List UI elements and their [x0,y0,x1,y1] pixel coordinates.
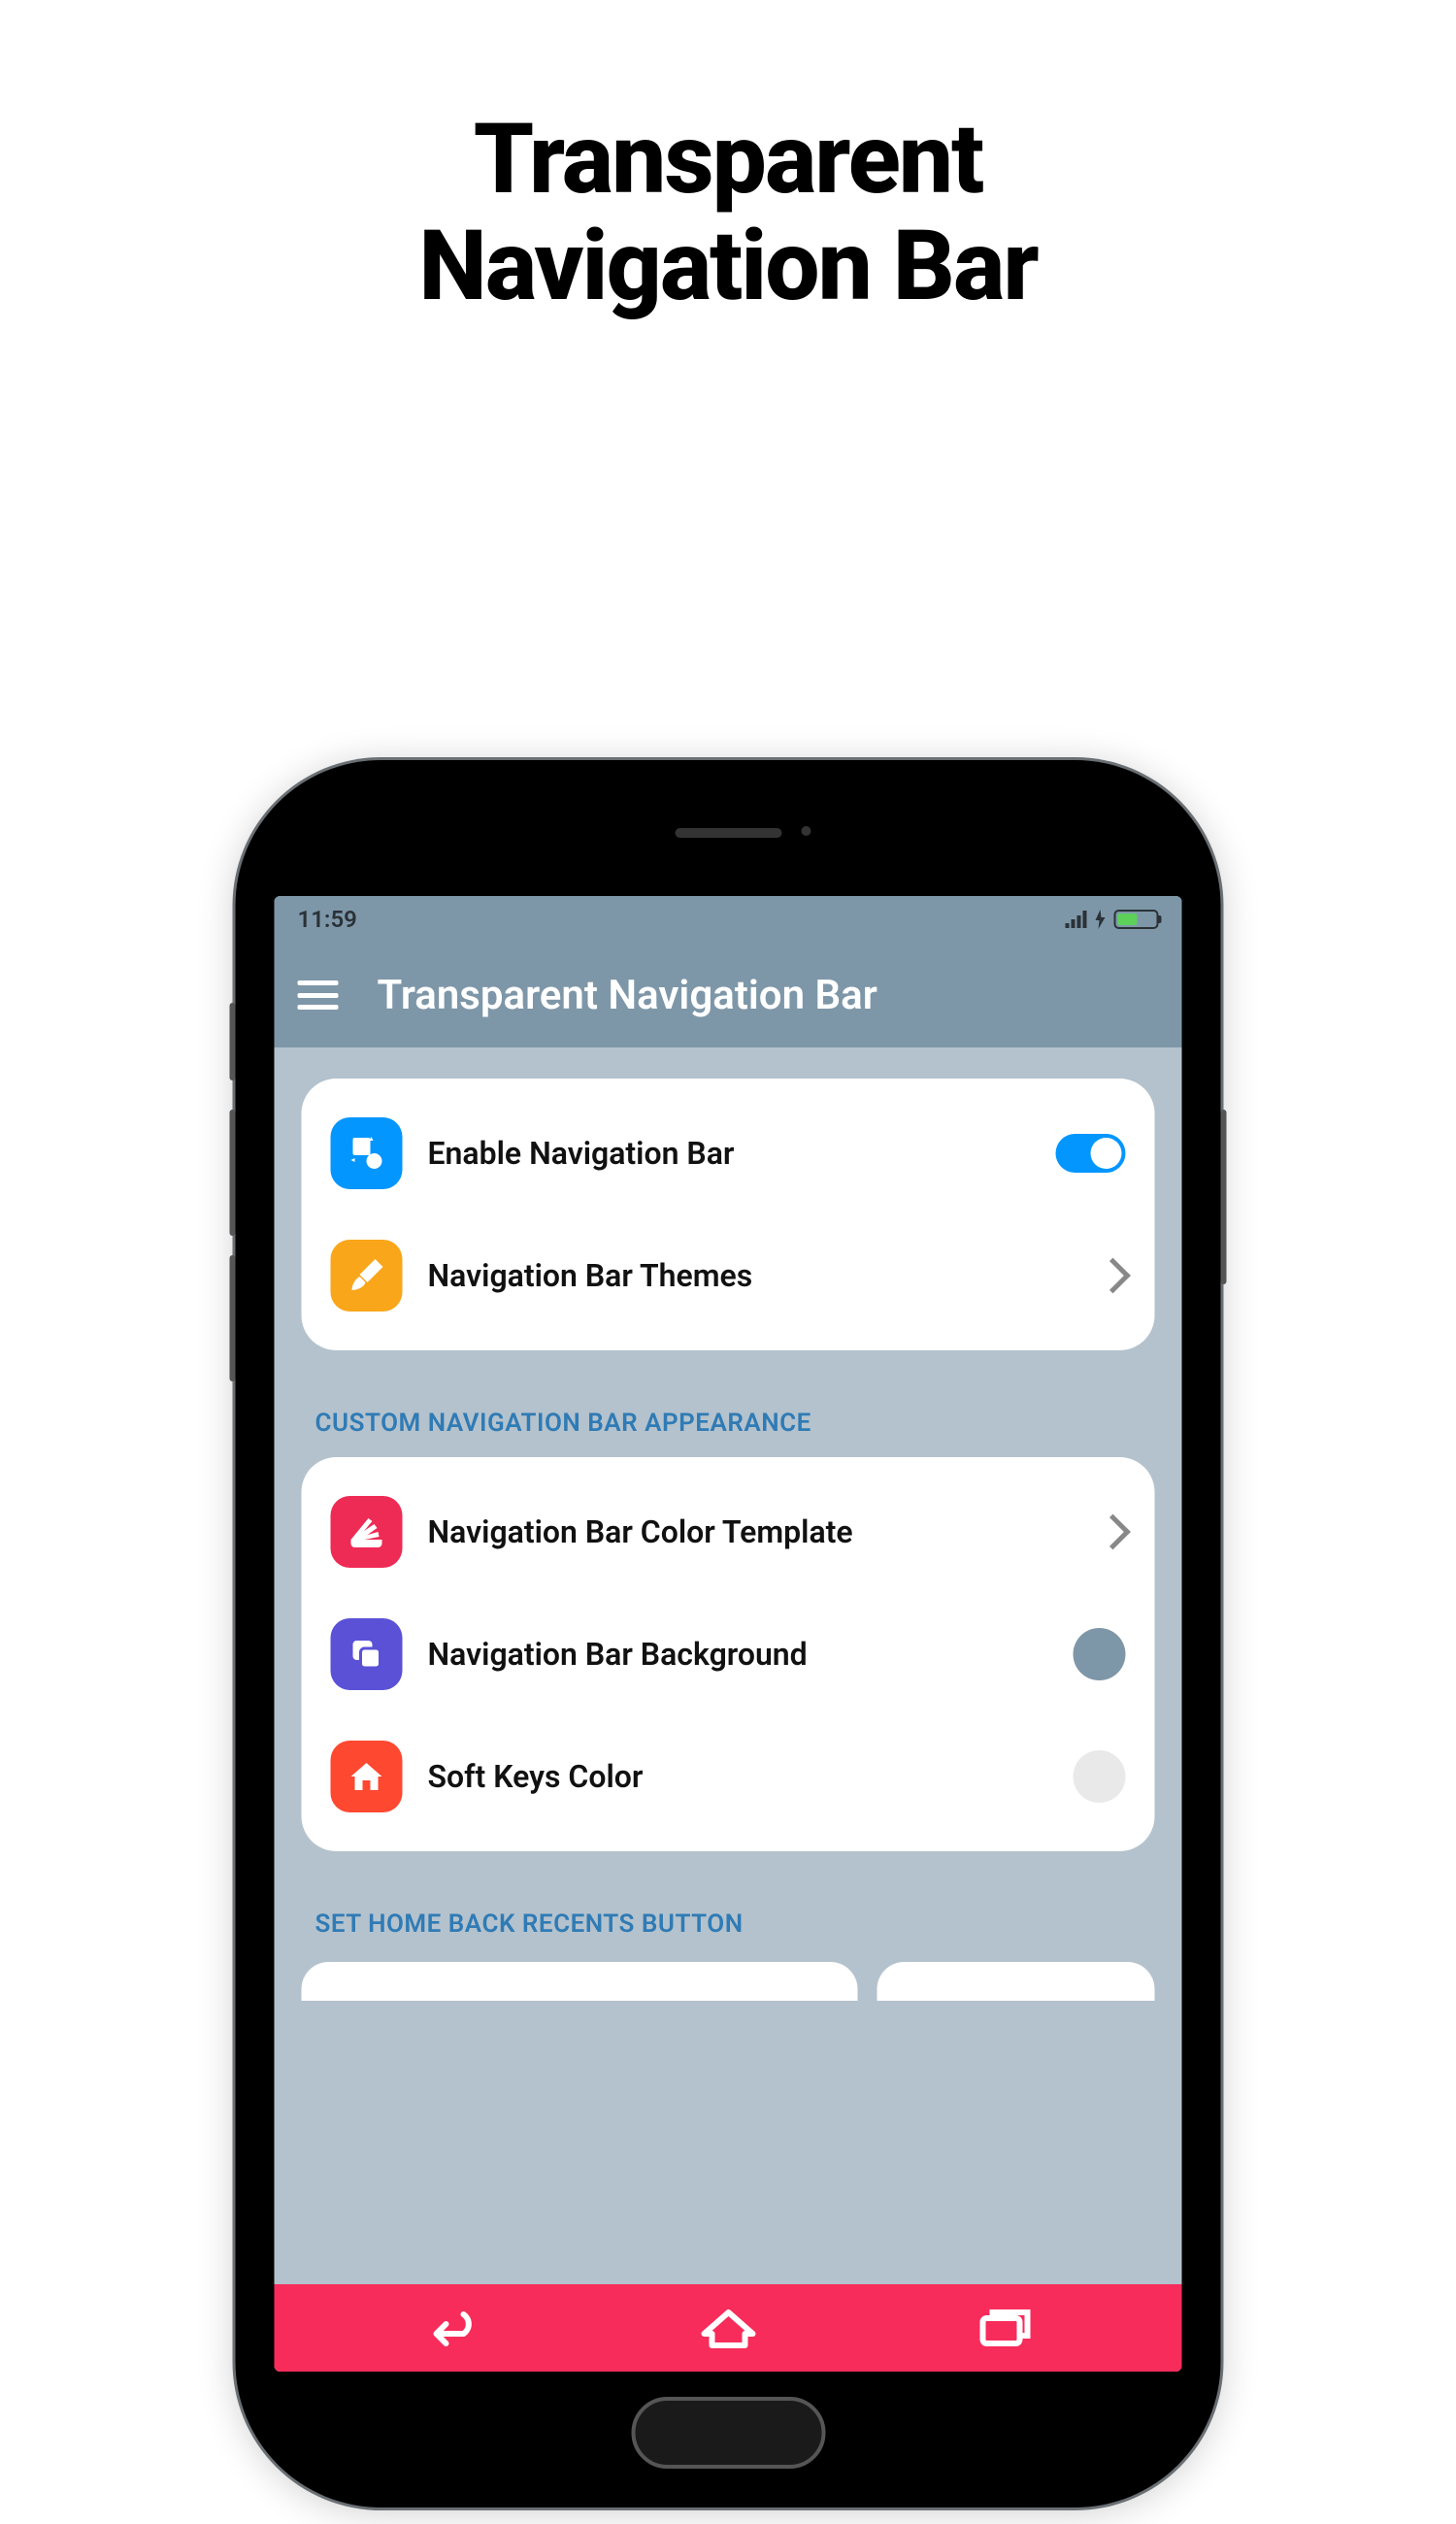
card-main: Enable Navigation Bar Navigation Bar The… [302,1079,1155,1350]
phone-sensor-dot [801,826,811,836]
phone-frame: 11:59 Transparent Navigation Bar Enable … [236,760,1221,2507]
signal-icon [1066,911,1087,928]
row-softkeys-color[interactable]: Soft Keys Color [321,1715,1136,1838]
card-appearance: Navigation Bar Color Template Navigation… [302,1457,1155,1851]
marketing-heading: Transparent Navigation Bar [0,0,1456,320]
card-partial[interactable] [877,1962,1154,2001]
charge-icon [1095,910,1107,929]
color-swatch-softkeys[interactable] [1074,1750,1126,1803]
brush-icon [331,1240,403,1312]
app-bar-title: Transparent Navigation Bar [378,972,877,1019]
section-header-buttons: SET HOME BACK RECENTS BUTTON [302,1873,1155,1958]
color-swatch-background[interactable] [1074,1628,1126,1680]
row-label: Navigation Bar Color Template [428,1513,1075,1550]
row-label: Navigation Bar Themes [428,1257,1075,1294]
phone-side-button [230,1110,236,1236]
phone-home-button[interactable] [631,2397,825,2469]
card-buttons-partial [302,1962,1155,2001]
row-enable-navbar[interactable]: Enable Navigation Bar [321,1092,1136,1214]
chevron-right-icon [1095,1258,1131,1294]
shapes-icon [331,1117,403,1189]
row-label: Enable Navigation Bar [428,1135,1031,1172]
status-time: 11:59 [298,906,357,933]
phone-side-button [230,1255,236,1381]
nav-back-button[interactable] [417,2304,485,2352]
copy-icon [331,1618,403,1690]
card-partial[interactable] [302,1962,858,2001]
phone-side-button [1221,1110,1227,1284]
app-bar: Transparent Navigation Bar [275,943,1182,1047]
chevron-right-icon [1095,1514,1131,1550]
phone-side-button [230,1003,236,1080]
palette-icon [331,1496,403,1568]
status-bar: 11:59 [275,896,1182,943]
device-navbar [275,2284,1182,2372]
content-scroll[interactable]: Enable Navigation Bar Navigation Bar The… [275,1047,1182,2284]
nav-home-button[interactable] [694,2304,762,2352]
row-navbar-background[interactable]: Navigation Bar Background [321,1593,1136,1715]
enable-toggle[interactable] [1056,1134,1126,1173]
home-icon [331,1741,403,1812]
menu-icon[interactable] [298,980,339,1010]
battery-icon [1114,910,1159,929]
screen: 11:59 Transparent Navigation Bar Enable … [275,896,1182,2372]
row-navbar-themes[interactable]: Navigation Bar Themes [321,1214,1136,1337]
section-header-appearance: CUSTOM NAVIGATION BAR APPEARANCE [302,1372,1155,1457]
nav-recents-button[interactable] [971,2304,1039,2352]
status-right [1066,910,1159,929]
phone-speaker [675,828,781,838]
row-label: Navigation Bar Background [428,1636,1048,1673]
row-color-template[interactable]: Navigation Bar Color Template [321,1471,1136,1593]
row-label: Soft Keys Color [428,1758,1048,1795]
